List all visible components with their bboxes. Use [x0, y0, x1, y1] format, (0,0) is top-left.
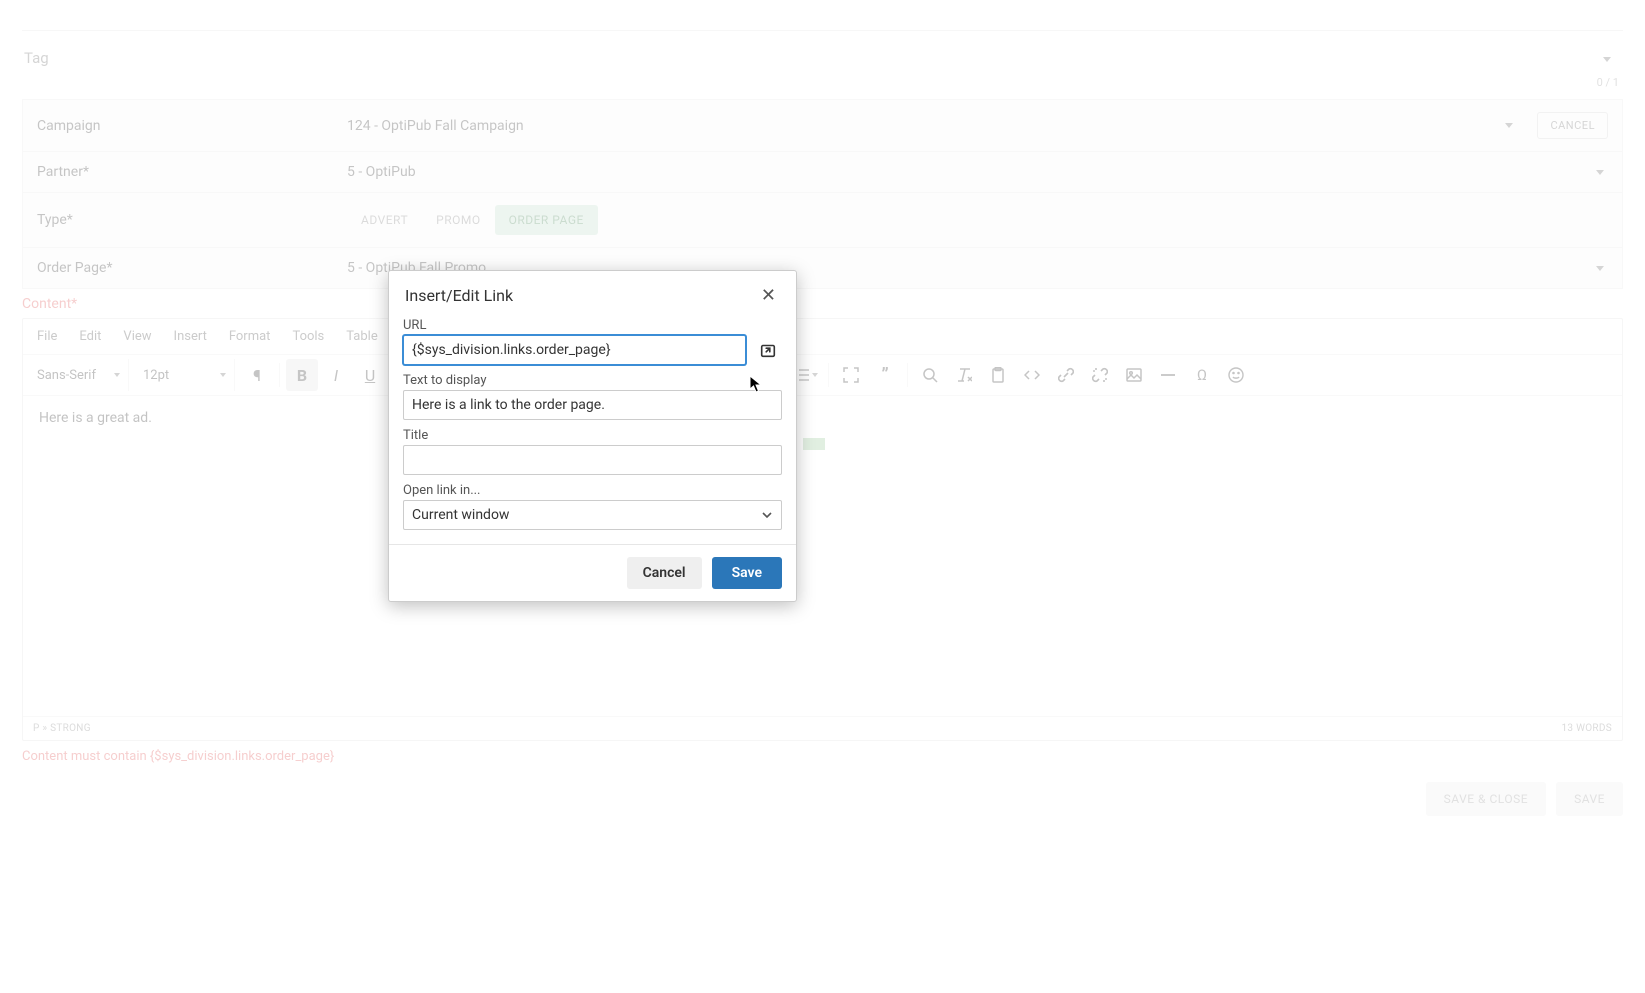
type-label: Type* [37, 212, 347, 228]
editor-path: P » STRONG [33, 723, 91, 734]
link-icon[interactable] [1050, 359, 1082, 391]
campaign-cancel-button[interactable]: CANCEL [1537, 112, 1608, 139]
menu-view[interactable]: View [117, 325, 157, 348]
menu-tools[interactable]: Tools [286, 325, 330, 348]
type-tabs: ADVERT PROMO ORDER PAGE [347, 205, 598, 235]
underline-icon[interactable]: U [354, 359, 386, 391]
code-icon[interactable] [1016, 359, 1048, 391]
rich-text-editor: File Edit View Insert Format Tools Table… [22, 318, 1623, 741]
font-family-select[interactable]: Sans-Serif [29, 359, 129, 391]
editor-toolbar: Sans-Serif 12pt ¶ B I U ” Ω [23, 355, 1622, 396]
menu-format[interactable]: Format [223, 325, 277, 348]
editor-statusbar: P » STRONG 13 WORDS [23, 716, 1622, 740]
partner-row: Partner* 5 - OptiPub [22, 151, 1623, 193]
url-input[interactable] [403, 335, 746, 365]
validation-message: Content must contain {$sys_division.link… [22, 741, 1623, 782]
chevron-down-icon [1596, 266, 1604, 271]
font-size-select[interactable]: 12pt [135, 359, 235, 391]
link-title-label: Title [403, 428, 782, 443]
search-icon[interactable] [914, 359, 946, 391]
campaign-label: Campaign [37, 118, 347, 134]
save-button[interactable]: SAVE [1556, 782, 1623, 816]
selection-marker [803, 438, 825, 450]
menu-file[interactable]: File [31, 325, 63, 348]
text-display-input[interactable] [403, 390, 782, 420]
editor-body[interactable]: Here is a great ad. [23, 396, 1622, 716]
image-icon[interactable] [1118, 359, 1150, 391]
unlink-icon[interactable] [1084, 359, 1116, 391]
hr-icon[interactable] [1152, 359, 1184, 391]
type-tab-advert[interactable]: ADVERT [347, 205, 422, 235]
type-tab-promo[interactable]: PROMO [422, 205, 494, 235]
modal-save-button[interactable]: Save [712, 557, 782, 589]
bold-icon[interactable]: B [286, 359, 318, 391]
emoji-icon[interactable] [1220, 359, 1252, 391]
chevron-down-icon [1596, 170, 1604, 175]
open-in-label: Open link in... [403, 483, 782, 498]
partner-label: Partner* [37, 164, 347, 180]
tag-input[interactable]: Tag [22, 41, 1623, 75]
partner-value[interactable]: 5 - OptiPub [347, 164, 416, 180]
omega-icon[interactable]: Ω [1186, 359, 1218, 391]
menu-insert[interactable]: Insert [168, 325, 213, 348]
orderpage-label: Order Page* [37, 260, 347, 276]
campaign-value[interactable]: 124 - OptiPub Fall Campaign [347, 118, 524, 134]
paragraph-icon[interactable]: ¶ [241, 359, 273, 391]
modal-title: Insert/Edit Link [405, 286, 513, 305]
text-display-label: Text to display [403, 373, 782, 388]
clear-format-icon[interactable] [948, 359, 980, 391]
type-row: Type* ADVERT PROMO ORDER PAGE [22, 192, 1623, 248]
save-and-close-button[interactable]: SAVE & CLOSE [1426, 782, 1546, 816]
tag-label: Tag [24, 49, 49, 67]
page-actions: SAVE & CLOSE SAVE [22, 782, 1623, 828]
insert-link-modal: Insert/Edit Link ✕ URL Text to display T… [388, 270, 797, 602]
modal-cancel-button[interactable]: Cancel [627, 557, 702, 589]
orderpage-row: Order Page* 5 - OptiPub Fall Promo [22, 247, 1623, 289]
paste-icon[interactable] [982, 359, 1014, 391]
italic-icon[interactable]: I [320, 359, 352, 391]
open-in-value: Current window [412, 507, 509, 523]
campaign-row: Campaign 124 - OptiPub Fall Campaign CAN… [22, 99, 1623, 152]
blockquote-icon[interactable]: ” [869, 359, 901, 391]
editor-words: 13 WORDS [1561, 723, 1612, 734]
menu-table[interactable]: Table [340, 325, 383, 348]
type-tab-orderpage[interactable]: ORDER PAGE [495, 205, 598, 235]
tag-input-wrapper: Tag [22, 31, 1623, 75]
url-label: URL [403, 318, 746, 333]
editor-menubar: File Edit View Insert Format Tools Table [23, 319, 1622, 355]
content-label: Content* [22, 288, 1623, 318]
close-icon[interactable]: ✕ [757, 285, 780, 306]
menu-edit[interactable]: Edit [73, 325, 107, 348]
open-url-button[interactable] [754, 337, 782, 365]
editor-body-text: Here is a great ad. [39, 410, 152, 426]
link-title-input[interactable] [403, 445, 782, 475]
open-in-select[interactable]: Current window [403, 500, 782, 530]
fullscreen-icon[interactable] [835, 359, 867, 391]
tag-counter: 0 / 1 [26, 76, 1619, 89]
chevron-down-icon [1603, 57, 1611, 62]
chevron-down-icon [1505, 123, 1513, 128]
chevron-down-icon [761, 509, 773, 521]
